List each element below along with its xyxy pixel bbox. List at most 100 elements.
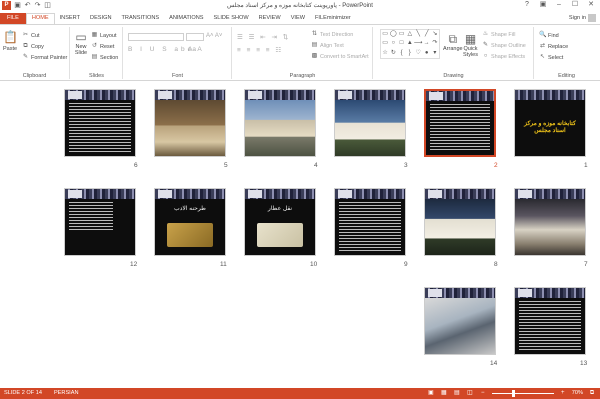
font-name-field[interactable] [128, 33, 184, 41]
new-slide-button[interactable]: ▭ New Slide [74, 30, 88, 56]
tab-review[interactable]: REVIEW [254, 13, 286, 24]
tab-animations[interactable]: ANIMATIONS [164, 13, 208, 24]
paste-button[interactable]: 📋 Paste [3, 30, 18, 52]
shape-outline-button[interactable]: ✎ Shape Outline [482, 42, 526, 49]
zoom-level[interactable]: 70% [572, 390, 583, 396]
font-color-icon[interactable]: Aa A [188, 46, 202, 53]
slide-thumbnail-13[interactable] [514, 287, 586, 355]
quick-styles-button[interactable]: ▦ Quick Styles [463, 32, 478, 58]
arrange-button[interactable]: ⧉ Arrange [443, 32, 463, 52]
align-text-button[interactable]: ▤ Align Text [311, 42, 344, 49]
help-button[interactable]: ? [520, 0, 534, 10]
cut-label: Cut [31, 32, 40, 39]
align-buttons[interactable]: ≡ ≡ ≡ ≡ ☷ [237, 46, 283, 54]
slide-thumbnail-2[interactable] [424, 89, 496, 157]
cut-button[interactable]: ✂ Cut [22, 32, 40, 39]
find-label: Find [548, 32, 559, 39]
tab-insert[interactable]: INSERT [55, 13, 85, 24]
book-image [167, 223, 213, 247]
tab-fileminimizer[interactable]: FILEminimizer [310, 13, 356, 24]
font-size-field[interactable] [186, 33, 204, 41]
slide-thumbnail-11[interactable]: طرحنه الادب [154, 188, 226, 256]
slide-text-block [519, 301, 581, 350]
slide-number: 3 [404, 162, 408, 169]
slideshow-view-icon[interactable]: ◫ [466, 389, 474, 397]
shapes-gallery[interactable]: ▭ ◯ ▭ △ ╲ ╱ ↘ ▭ ○ □ ▲ ⟶ → ↷ ☆ ↻{} ♡ ● ▾ [380, 29, 440, 59]
zoom-out-icon[interactable]: − [479, 389, 487, 397]
font-style-buttons[interactable]: B I U S abc [128, 46, 194, 53]
zoom-slider-thumb[interactable] [512, 389, 516, 397]
slide-thumbnail-7[interactable] [514, 188, 586, 256]
slide-thumbnail-1[interactable]: کتابخانه موزه و مرکز اسناد مجلس [514, 89, 586, 157]
convert-smartart-button[interactable]: ▩ Convert to SmartArt [311, 53, 369, 60]
slide-banner [515, 90, 585, 100]
slide-photo [515, 199, 585, 255]
slide-sorter-view-icon[interactable]: ▦ [440, 389, 448, 397]
tab-home[interactable]: HOME [25, 13, 55, 24]
slide-banner [425, 189, 495, 199]
select-button[interactable]: ↖ Select [539, 54, 563, 61]
shape-fill-button[interactable]: ♨ Shape Fill [482, 31, 516, 38]
slide-thumbnail-4[interactable] [244, 89, 316, 157]
paste-label: Paste [3, 46, 18, 52]
slide-banner [245, 90, 315, 100]
slide-thumbnail-12[interactable] [64, 188, 136, 256]
shape-effects-label: Shape Effects [491, 53, 526, 60]
tab-transitions[interactable]: TRANSITIONS [116, 13, 164, 24]
slide-photo [245, 100, 315, 156]
paragraph-group: ☰ ☰ ⇤ ⇥ ⇅ ≡ ≡ ≡ ≡ ☷ ⇅ Text Direction ▤ A… [233, 27, 373, 79]
replace-button[interactable]: ⇄ Replace [539, 43, 568, 50]
quick-styles-label-2: Styles [463, 52, 478, 58]
fit-to-window-icon[interactable]: ⧉ [588, 389, 596, 397]
slide-text-block [430, 104, 490, 151]
normal-view-icon[interactable]: ▣ [427, 389, 435, 397]
tab-file[interactable]: FILE [0, 13, 26, 24]
slide-thumbnail-3[interactable] [334, 89, 406, 157]
shape-effects-button[interactable]: ○ Shape Effects [482, 53, 525, 60]
font-grow-icon[interactable]: A˄ A˅ [206, 33, 222, 39]
copy-button[interactable]: ⧉ Copy [22, 43, 44, 50]
slide-photo [425, 199, 495, 255]
ribbon-display-button[interactable]: ▣ [536, 0, 550, 10]
section-button[interactable]: ▤ Section [91, 54, 119, 61]
copy-icon: ⧉ [23, 43, 28, 49]
slide-text-block [69, 202, 113, 231]
find-button[interactable]: 🔍 Find [539, 32, 559, 39]
slide-thumbnail-6[interactable] [64, 89, 136, 157]
slide-sorter: کتابخانه موزه و مرکز اسناد مجلس 1 2 3 4 … [0, 82, 600, 387]
paste-icon: 📋 [3, 30, 18, 44]
clipboard-group: 📋 Paste ✂ Cut ⧉ Copy ✎ Format Painter Cl… [0, 27, 70, 79]
tab-view[interactable]: VIEW [286, 13, 310, 24]
format-painter-button[interactable]: ✎ Format Painter [22, 54, 67, 61]
layout-button[interactable]: ▦ Layout [91, 32, 117, 39]
slide-thumbnail-9[interactable] [334, 188, 406, 256]
slide-number: 14 [490, 360, 498, 367]
slide-thumbnail-8[interactable] [424, 188, 496, 256]
tab-slide-show[interactable]: SLIDE SHOW [209, 13, 254, 24]
slide-number: 4 [314, 162, 318, 169]
list-buttons[interactable]: ☰ ☰ ⇤ ⇥ ⇅ [237, 33, 290, 41]
tab-design[interactable]: DESIGN [85, 13, 116, 24]
reset-button[interactable]: ↺ Reset [91, 43, 114, 50]
slide-banner [515, 288, 585, 298]
text-direction-button[interactable]: ⇅ Text Direction [311, 31, 353, 38]
slide-thumbnail-14[interactable] [424, 287, 496, 355]
slide-number: 2 [494, 162, 498, 169]
zoom-slider[interactable] [491, 389, 554, 397]
slides-group-label: Slides [89, 73, 104, 79]
slide-text-block [69, 103, 131, 152]
close-button[interactable]: ✕ [584, 0, 598, 10]
reading-view-icon[interactable]: ▤ [453, 389, 461, 397]
maximize-button[interactable]: ☐ [568, 0, 582, 10]
slide-number: 6 [134, 162, 138, 169]
sign-in-link[interactable]: Sign in [569, 15, 586, 21]
zoom-in-icon[interactable]: + [559, 389, 567, 397]
minimize-button[interactable]: – [552, 0, 566, 10]
slide-thumbnail-10[interactable]: نقل عطار [244, 188, 316, 256]
language-indicator[interactable]: PERSIAN [54, 390, 79, 396]
avatar[interactable] [588, 14, 596, 22]
slide-counter: SLIDE 2 OF 14 [4, 390, 42, 396]
slide-thumbnail-5[interactable] [154, 89, 226, 157]
slide-banner [515, 189, 585, 199]
reset-label: Reset [100, 43, 115, 50]
